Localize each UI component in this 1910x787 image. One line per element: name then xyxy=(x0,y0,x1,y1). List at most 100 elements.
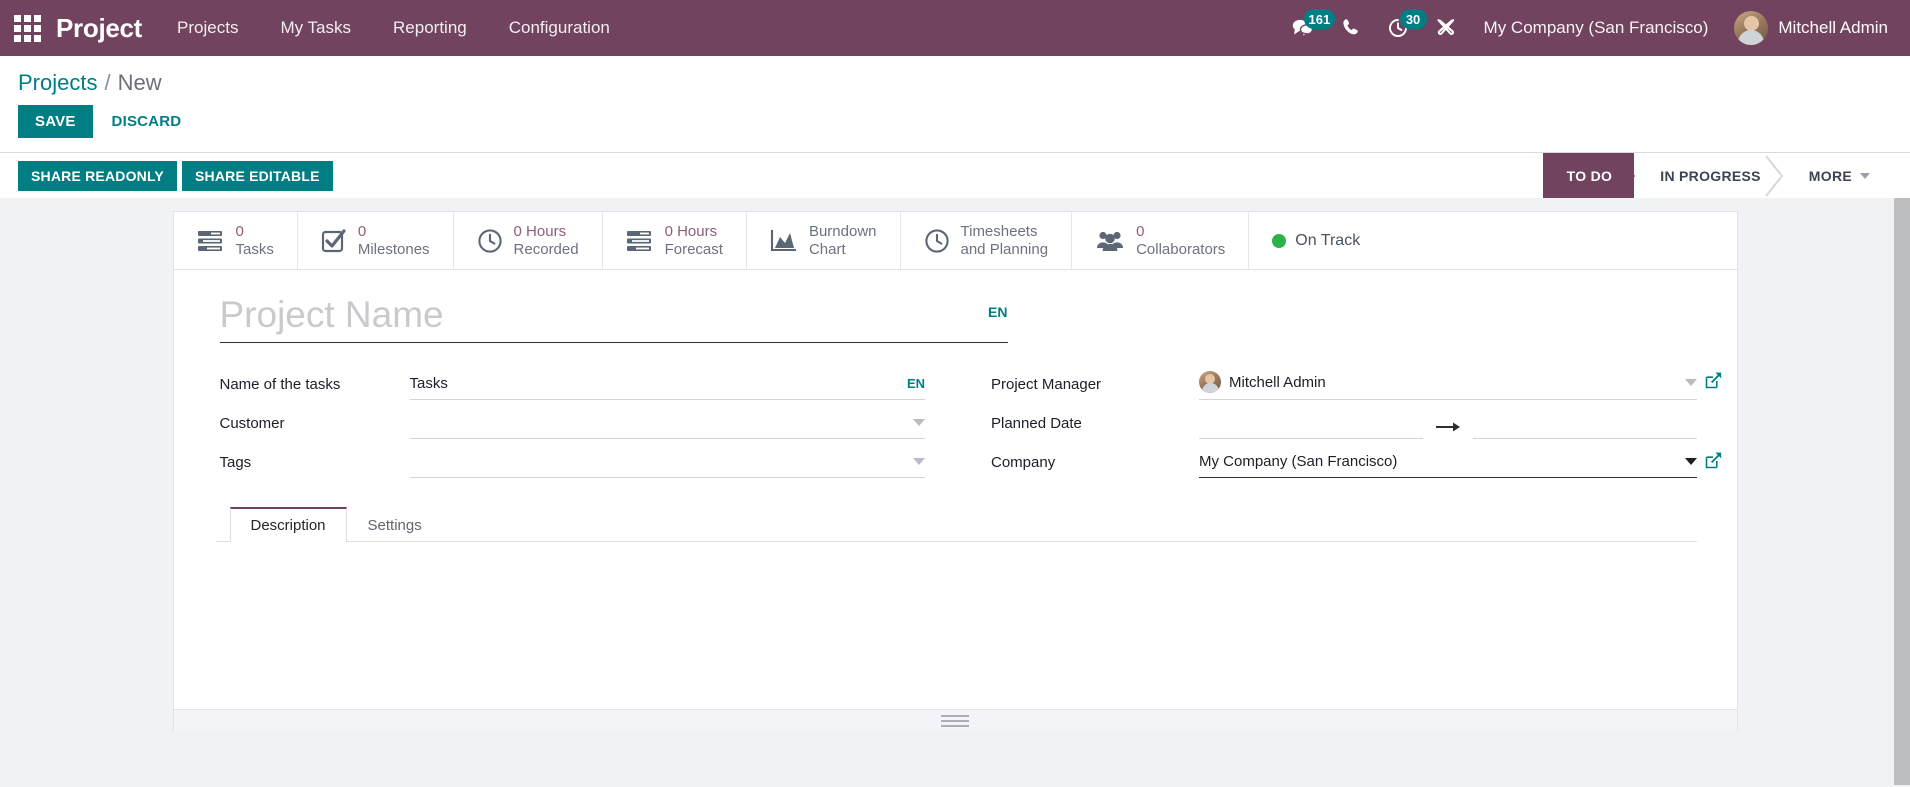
field-row-tags: Tags xyxy=(219,439,925,478)
nav-item-projects[interactable]: Projects xyxy=(156,0,259,56)
task-name-input[interactable] xyxy=(409,374,893,392)
smart-button-value: 0 xyxy=(235,223,244,241)
smart-button-label: Tasks xyxy=(235,240,274,258)
project-title-area: EN xyxy=(174,270,1737,343)
chevron-down-icon[interactable] xyxy=(913,418,925,426)
smart-button-hours-forecast[interactable]: 0 Hours Forecast xyxy=(603,212,747,269)
messages-button[interactable]: 161 xyxy=(1278,0,1336,56)
timesheets-clock-icon xyxy=(924,228,950,254)
field-label-project-manager: Project Manager xyxy=(991,376,1102,393)
smart-button-bar: 0 Tasks 0 Milestones 0 Hours Recorded 0 … xyxy=(173,212,1737,270)
smart-button-tasks[interactable]: 0 Tasks xyxy=(174,212,298,269)
main-content-area: 0 Tasks 0 Milestones 0 Hours Recorded 0 … xyxy=(0,198,1910,785)
discard-button[interactable]: DISCARD xyxy=(97,105,197,138)
tab-settings[interactable]: Settings xyxy=(347,507,443,542)
breadcrumb-current: New xyxy=(117,70,162,95)
field-label-company: Company xyxy=(991,454,1056,471)
status-step-in-progress[interactable]: IN PROGRESS xyxy=(1634,153,1784,199)
field-label-task-name: Name of the tasks xyxy=(219,376,341,393)
status-arrow-icon xyxy=(1615,152,1636,199)
field-row-project-manager: Project Manager xyxy=(991,361,1721,400)
field-row-task-name: Name of the tasks EN xyxy=(219,361,925,400)
field-label-planned-date: Planned Date xyxy=(991,415,1082,432)
smart-button-hours-recorded[interactable]: 0 Hours Recorded xyxy=(454,212,603,269)
control-panel: Projects / New SAVE DISCARD xyxy=(0,56,1910,152)
forecast-list-icon xyxy=(626,229,654,253)
tags-input[interactable] xyxy=(409,452,905,470)
navbar-right-tools: 161 30 My Company (San Francisco) Mitche… xyxy=(1278,0,1910,56)
smart-button-label: Recorded xyxy=(513,240,579,258)
breadcrumb-projects[interactable]: Projects xyxy=(18,70,97,96)
planned-date-end-input[interactable] xyxy=(1472,412,1697,435)
activity-button[interactable]: 30 xyxy=(1374,0,1427,56)
task-name-language-badge[interactable]: EN xyxy=(901,376,925,391)
milestone-check-icon xyxy=(321,228,347,254)
form-sheet: 0 Tasks 0 Milestones 0 Hours Recorded 0 … xyxy=(172,211,1738,731)
smart-button-label: Forecast xyxy=(664,240,723,258)
smart-button-milestones[interactable]: 0 Milestones xyxy=(298,212,454,269)
smart-button-collaborators[interactable]: 0 Collaborators xyxy=(1072,212,1250,269)
form-sheet-wrapper: 0 Tasks 0 Milestones 0 Hours Recorded 0 … xyxy=(0,198,1910,731)
tab-description[interactable]: Description xyxy=(229,507,347,542)
app-brand-project[interactable]: Project xyxy=(52,13,156,44)
user-menu[interactable]: Mitchell Admin xyxy=(1724,11,1894,45)
status-step-label: IN PROGRESS xyxy=(1660,167,1761,184)
smart-button-burndown-chart[interactable]: Burndown Chart xyxy=(747,212,901,269)
breadcrumb: Projects / New xyxy=(0,56,1910,96)
apps-grid-icon[interactable] xyxy=(10,11,44,45)
chevron-down-icon[interactable] xyxy=(913,457,925,465)
nav-item-my-tasks[interactable]: My Tasks xyxy=(259,0,372,56)
chevron-down-icon[interactable] xyxy=(1684,378,1697,386)
status-badge: On Track xyxy=(1295,231,1361,249)
vertical-scrollbar[interactable] xyxy=(1894,198,1910,785)
status-step-label: TO DO xyxy=(1566,167,1613,184)
external-link-icon[interactable] xyxy=(1704,371,1723,390)
burndown-chart-icon xyxy=(770,228,798,254)
breadcrumb-separator: / xyxy=(104,70,111,95)
nav-item-reporting[interactable]: Reporting xyxy=(372,0,488,56)
share-buttons: SHARE READONLY SHARE EDITABLE xyxy=(18,160,333,191)
share-and-status-bar: SHARE READONLY SHARE EDITABLE TO DO IN P… xyxy=(0,152,1910,199)
debug-tools-icon[interactable] xyxy=(1422,0,1470,56)
title-language-badge[interactable]: EN xyxy=(988,304,1007,320)
planned-date-end-wrap xyxy=(1472,412,1697,439)
field-label-tags: Tags xyxy=(219,454,252,471)
description-editor[interactable] xyxy=(216,542,1697,692)
statusbar: TO DO IN PROGRESS MORE xyxy=(1542,152,1910,199)
tasks-list-icon xyxy=(197,229,225,253)
company-switcher[interactable]: My Company (San Francisco) xyxy=(1470,18,1725,38)
planned-date-start-input[interactable] xyxy=(1199,412,1423,435)
chevron-down-icon[interactable] xyxy=(1684,457,1697,465)
external-link-icon[interactable] xyxy=(1704,451,1723,470)
smart-button-label: and Planning xyxy=(960,240,1049,258)
field-row-customer: Customer xyxy=(219,400,925,439)
smart-button-value: Burndown xyxy=(808,223,877,241)
green-dot-icon xyxy=(1272,233,1287,248)
share-editable-button[interactable]: SHARE EDITABLE xyxy=(181,160,333,191)
save-button[interactable]: SAVE xyxy=(18,105,93,138)
status-step-to-do[interactable]: TO DO xyxy=(1542,152,1636,199)
project-status-button[interactable]: On Track xyxy=(1249,212,1383,269)
smart-button-timesheets-planning[interactable]: Timesheets and Planning xyxy=(901,212,1073,269)
smart-button-label: Milestones xyxy=(357,240,430,258)
status-step-more[interactable]: MORE xyxy=(1783,153,1892,199)
company-input[interactable] xyxy=(1199,452,1677,470)
field-row-company: Company xyxy=(991,439,1721,478)
field-row-planned-date: Planned Date xyxy=(991,400,1697,439)
share-readonly-button[interactable]: SHARE READONLY xyxy=(18,160,177,191)
nav-item-configuration[interactable]: Configuration xyxy=(488,0,631,56)
avatar xyxy=(1199,371,1221,393)
field-label-customer: Customer xyxy=(219,415,285,432)
top-navbar: Project Projects My Tasks Reporting Conf… xyxy=(0,0,1910,56)
smart-button-label: Chart xyxy=(808,240,846,258)
collaborators-users-icon xyxy=(1095,229,1125,253)
smart-button-value: 0 Hours xyxy=(513,223,567,241)
project-manager-input[interactable] xyxy=(1229,373,1677,391)
user-name: Mitchell Admin xyxy=(1778,18,1888,37)
form-column-right: Project Manager Mitchell Admin Planned D… xyxy=(991,361,1721,478)
project-name-input[interactable] xyxy=(219,294,920,336)
drag-handle-icon[interactable] xyxy=(941,714,969,727)
phone-button[interactable] xyxy=(1328,0,1374,56)
customer-input[interactable] xyxy=(409,413,905,431)
smart-button-value: 0 xyxy=(357,223,367,241)
